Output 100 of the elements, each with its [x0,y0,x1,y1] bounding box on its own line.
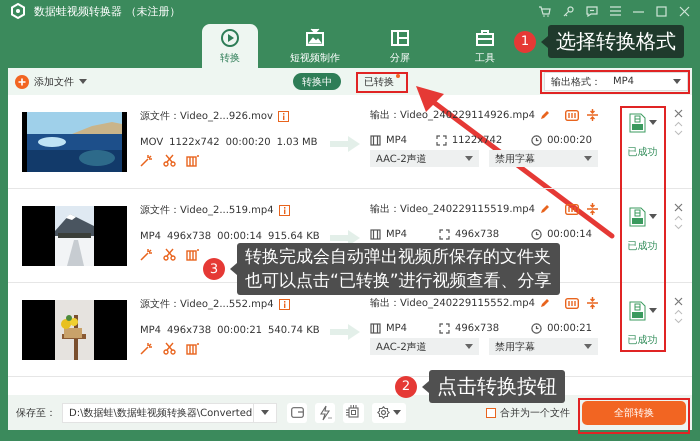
source-resolution: 1122x742 [169,137,220,148]
view-tab[interactable]: 转换中 [293,73,341,90]
close-icon[interactable] [674,203,683,212]
video-file-icon[interactable] [628,113,646,133]
subtitle-dropdown[interactable]: 禁用字幕 [489,150,598,167]
checkbox-label: 合并为一个文件 [500,406,570,420]
video-file-icon[interactable] [628,207,646,227]
pencil-icon[interactable] [540,298,550,308]
caret-icon[interactable] [584,344,592,350]
pencil-icon[interactable] [540,110,550,120]
caret-icon[interactable] [465,156,473,162]
caret-icon[interactable] [79,78,87,84]
step-badge: 1 [514,30,536,52]
tab[interactable]: 工具 [457,24,513,68]
clock-icon [531,135,542,146]
add-file-button[interactable]: 添加文件 [15,74,105,88]
video-file-icon[interactable] [628,301,646,321]
key-icon[interactable] [563,6,574,16]
move-down-icon[interactable] [674,130,683,136]
source-duration: 00:00:20 [226,137,271,148]
tab[interactable]: 短视频制作 [287,24,343,68]
scissors-icon[interactable] [163,154,176,167]
caret-icon[interactable] [261,410,269,416]
compress-icon[interactable] [587,297,598,309]
source-duration: 00:00:14 [217,231,262,242]
magic-wand-icon[interactable] [140,154,153,167]
audio-dropdown[interactable]: AAC-2声道 [370,338,479,355]
caret-icon[interactable] [648,308,656,314]
output-format-select[interactable]: 输出格式： MP4 [544,72,688,91]
compress-icon[interactable] [587,203,598,215]
source-size: 915.64 KB [268,231,320,242]
tab[interactable]: 转换 [202,24,258,68]
bars-icon[interactable] [565,204,579,214]
source-file-name: 源文件：Video_2...926.mov [140,110,273,123]
close-icon[interactable] [674,297,683,306]
output-duration: 00:00:20 [547,135,592,146]
save-path-field[interactable]: D:\数据蛙\数据蛙视频转换器\Converted [62,402,277,422]
scissors-icon[interactable] [163,342,176,355]
film-icon [370,229,381,240]
output-duration: 00:00:14 [547,229,592,240]
source-duration: 00:00:21 [217,325,262,336]
caret-icon[interactable] [584,156,592,162]
caret-icon[interactable] [673,78,681,84]
source-size: 540.74 KB [268,325,320,336]
save-to-label: 保存至： [16,406,56,420]
magic-wand-icon[interactable] [140,248,153,261]
resize-icon [436,135,447,146]
magic-wand-icon[interactable] [140,342,153,355]
close-icon[interactable] [674,109,683,118]
status-text: 已成功 [628,240,658,253]
bars-icon[interactable] [565,110,579,120]
move-up-icon[interactable] [674,309,683,315]
view-tab[interactable]: 已转换 [355,73,403,90]
cart-icon[interactable] [539,6,551,16]
settings-dropdown[interactable] [372,402,406,422]
move-up-icon[interactable] [674,215,683,221]
film-icon[interactable] [186,342,199,355]
info-icon[interactable] [278,110,289,122]
info-icon[interactable] [278,204,290,216]
subtitle-dropdown[interactable]: 禁用字幕 [489,338,598,355]
callout-text: 也可以点击“已转换”进行视频查看、分享 [245,270,552,293]
toolbox-icon [475,28,495,48]
convert-icon [220,28,240,48]
film-icon[interactable] [186,154,199,167]
window-title: 数据蛙视频转换器 （未注册） [34,4,180,18]
highlight-frame [356,72,408,93]
caret-icon[interactable] [648,120,656,126]
caret-icon[interactable] [393,410,401,416]
bars-icon[interactable] [565,298,579,308]
plus-icon [15,74,29,88]
menu-icon[interactable] [610,6,621,16]
caret-icon[interactable] [465,344,473,350]
flash-off-icon[interactable] [318,404,332,420]
output-resolution: 496x738 [455,229,500,240]
output-file-name: 输出：Video_240229115519.mp4 [370,202,535,216]
chip-icon[interactable] [346,405,361,420]
audio-dropdown[interactable]: AAC-2声道 [370,150,479,167]
move-down-icon[interactable] [674,318,683,324]
callout-text: 选择转换格式 [556,28,676,55]
compress-icon[interactable] [587,109,598,121]
resize-icon [439,229,450,240]
move-down-icon[interactable] [674,224,683,230]
info-icon[interactable] [278,298,290,310]
move-up-icon[interactable] [674,121,683,127]
pencil-icon[interactable] [540,204,550,214]
resize-icon [439,323,450,334]
tv-icon [305,28,325,48]
scissors-icon[interactable] [163,248,176,261]
film-icon [370,323,381,334]
maximize-icon[interactable] [656,6,667,16]
checkbox[interactable] [486,408,496,418]
film-icon[interactable] [186,248,199,261]
output-duration: 00:00:21 [547,323,592,334]
arrow-icon [330,230,360,246]
tab[interactable]: 分屏 [372,24,428,68]
caret-icon[interactable] [648,214,656,220]
source-format: MP4 [140,231,162,242]
output-format: MP4 [386,135,408,146]
chat-icon[interactable] [586,6,598,16]
film-icon [370,135,381,146]
